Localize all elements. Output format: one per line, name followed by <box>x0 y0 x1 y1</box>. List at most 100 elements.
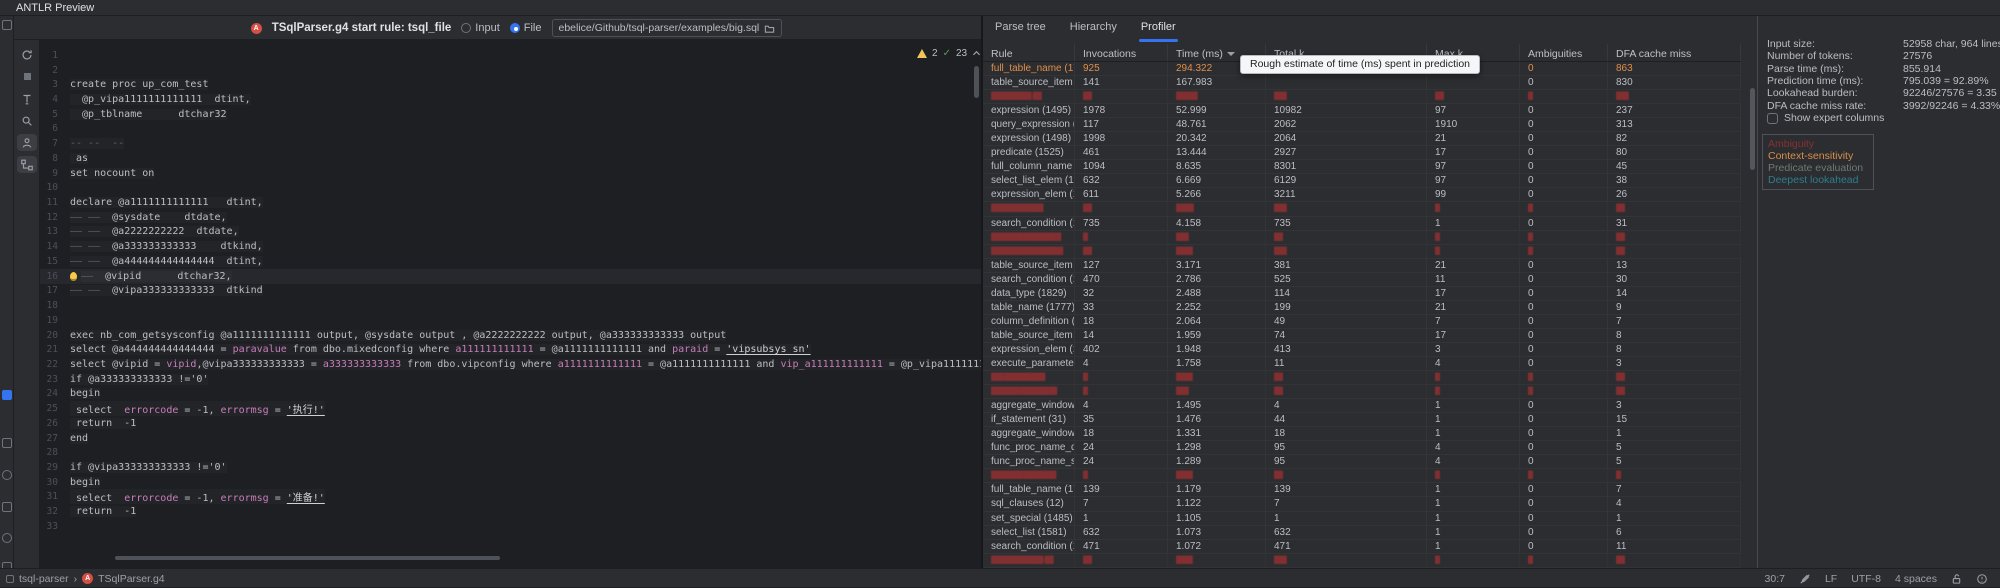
table-row[interactable]: expression_elem (1589)4021.948413308 <box>983 343 1741 357</box>
editor-line[interactable]: 5 @p_tblname dtchar32 <box>40 107 981 122</box>
file-path-input[interactable]: ebelice/Github/tsql-parser/examples/big.… <box>552 19 783 37</box>
editor-line[interactable]: 8 as <box>40 151 981 166</box>
table-row[interactable]: table_source_item (15...141.959741708 <box>983 329 1741 343</box>
table-row[interactable]: █████████████ (███████████████ <box>983 554 1741 568</box>
tab-hierarchy[interactable]: Hierarchy <box>1068 16 1119 42</box>
show-expert-columns-checkbox[interactable]: Show expert columns <box>1767 112 1884 124</box>
tool-stripe-icon[interactable] <box>2 470 12 480</box>
tab-parse-tree[interactable]: Parse tree <box>993 16 1048 42</box>
table-row[interactable]: query_expression (1527)11748.76120621910… <box>983 118 1741 132</box>
editor-line[interactable]: 6 <box>40 122 981 137</box>
search-icon[interactable] <box>17 112 37 129</box>
editor-line[interactable]: 9set nocount on <box>40 166 981 181</box>
table-row[interactable]: aggregate_windowed...41.4954103 <box>983 399 1741 413</box>
editor-line[interactable]: 33 <box>40 519 981 534</box>
input-radio[interactable]: Input <box>461 22 499 34</box>
table-scrollbar[interactable] <box>1750 88 1755 170</box>
checkbox-icon[interactable] <box>1767 113 1778 124</box>
active-tool-stripe-icon[interactable] <box>2 390 12 400</box>
table-row[interactable]: full_column_name (17...10948.63583019704… <box>983 160 1741 174</box>
editor-line[interactable]: 26 return -1 <box>40 416 981 431</box>
editor-line[interactable]: 16—— @vipid dtchar32, <box>40 269 981 284</box>
error-indicator-icon[interactable] <box>1976 573 1988 585</box>
editor-vertical-scrollbar[interactable] <box>974 66 979 98</box>
line-ending-selector[interactable]: LF <box>1825 573 1837 585</box>
parse-tree-icon[interactable] <box>17 156 37 173</box>
indent-selector[interactable]: 4 spaces <box>1895 573 1937 585</box>
table-row[interactable]: aggregate_windowed...181.33118101 <box>983 427 1741 441</box>
editor-horizontal-scrollbar[interactable] <box>115 556 500 560</box>
encoding-selector[interactable]: UTF-8 <box>1851 573 1881 585</box>
stop-square-icon[interactable] <box>17 68 37 85</box>
tool-stripe-icon[interactable] <box>2 502 12 512</box>
editor-line[interactable]: 2 <box>40 63 981 78</box>
editor-line[interactable]: 13—— —— @a2222222222 dtdate, <box>40 225 981 240</box>
radio-circle-icon[interactable] <box>461 23 471 33</box>
editor-line[interactable]: 1 <box>40 48 981 63</box>
tab-profiler[interactable]: Profiler <box>1139 16 1178 42</box>
editor-line[interactable]: 3create proc up_com_test <box>40 77 981 92</box>
table-row[interactable]: search_condition (1517)4702.78652511030 <box>983 273 1741 287</box>
table-row[interactable]: ████████████████.██████████ <box>983 202 1741 216</box>
editor-line[interactable]: 15—— —— @a444444444444444 dtint, <box>40 254 981 269</box>
table-row[interactable]: table_name (1777)332.2521992109 <box>983 301 1741 315</box>
editor-line[interactable]: 24begin <box>40 387 981 402</box>
unlock-icon[interactable] <box>1951 573 1962 585</box>
table-row[interactable]: execute_parameter (1...41.75811403 <box>983 357 1741 371</box>
file-radio[interactable]: File <box>510 22 542 34</box>
table-row[interactable]: ███████ ███████ ████████████ <box>983 385 1741 399</box>
table-row[interactable]: predicate (1525)46113.444292717080 <box>983 146 1741 160</box>
editor-line[interactable]: 23if @a333333333333 !='0' <box>40 372 981 387</box>
editor-line[interactable]: 10 <box>40 180 981 195</box>
table-row[interactable]: column_definition (1421)182.06449707 <box>983 315 1741 329</box>
table-row[interactable]: table_source_item (16...141167.9830830 <box>983 76 1741 90</box>
table-row[interactable]: ███ ██████ ███████████████ <box>983 371 1741 385</box>
table-row[interactable]: ███████████████████████████████ <box>983 245 1741 259</box>
table-row[interactable]: expression (1498)199820.342206421082 <box>983 132 1741 146</box>
editor-line[interactable]: 25 select errorcode = -1, errormsg = '执行… <box>40 401 981 416</box>
chevron-up-icon[interactable] <box>972 50 981 57</box>
editor-line[interactable]: 22select @vipid = vipid,@vipa33333333333… <box>40 357 981 372</box>
table-row[interactable]: func_proc_name_serv...241.28995405 <box>983 455 1741 469</box>
table-row[interactable]: ██████████ (██████.████████████ <box>983 90 1741 104</box>
table-row[interactable]: ████████ ████████ ███████████ <box>983 231 1741 245</box>
editor-line[interactable]: 28 <box>40 445 981 460</box>
caret-position[interactable]: 30:7 <box>1765 573 1785 585</box>
tool-stripe-icon[interactable] <box>2 438 12 448</box>
editor-line[interactable]: 31 select errorcode = -1, errormsg = '准备… <box>40 490 981 505</box>
refresh-icon[interactable] <box>17 46 37 63</box>
editor-line[interactable]: 4 @p_vipa1111111111111 dtint, <box>40 92 981 107</box>
table-row[interactable]: ████████ ██████████████████ <box>983 469 1741 483</box>
column-header-ambiguities[interactable]: Ambiguities <box>1520 44 1608 61</box>
editor-line[interactable]: 7-- -- -- <box>40 136 981 151</box>
editor-line[interactable]: 30begin <box>40 475 981 490</box>
breadcrumb-project[interactable]: tsql-parser <box>19 573 69 585</box>
table-row[interactable]: table_source_item (15...1273.17138121013 <box>983 259 1741 273</box>
column-header-rule[interactable]: Rule <box>983 44 1075 61</box>
table-row[interactable]: expression (1495)197852.99910982970237 <box>983 104 1741 118</box>
tool-stripe-icon[interactable] <box>2 20 12 30</box>
table-row[interactable]: select_list_elem (1592)6326.669612997038 <box>983 174 1741 188</box>
code-editor[interactable]: 123create proc up_com_test4 @p_vipa11111… <box>40 40 981 568</box>
table-row[interactable]: full_table_name (1773)1391.179139107 <box>983 483 1741 497</box>
table-row[interactable]: sql_clauses (12)71.1227104 <box>983 497 1741 511</box>
column-header-invocations[interactable]: Invocations <box>1075 44 1168 61</box>
editor-line[interactable]: 29if @vipa333333333333 !='0' <box>40 460 981 475</box>
radio-selected-icon[interactable] <box>510 23 520 33</box>
table-row[interactable]: data_type (1829)322.48811417014 <box>983 287 1741 301</box>
text-input-icon[interactable] <box>17 90 37 107</box>
column-header-dfa-cache-miss[interactable]: DFA cache miss <box>1608 44 1741 61</box>
editor-line[interactable]: 17—— —— @vipa333333333333 dtkind <box>40 284 981 299</box>
table-row[interactable]: search_condition (1519)7354.1587351031 <box>983 217 1741 231</box>
editor-line[interactable]: 12—— —— @sysdate dtdate, <box>40 210 981 225</box>
table-row[interactable]: if_statement (31)351.476441015 <box>983 413 1741 427</box>
breadcrumb-file[interactable]: TSqlParser.g4 <box>98 573 165 585</box>
table-row[interactable]: set_special (1485)11.1051101 <box>983 512 1741 526</box>
table-row[interactable]: func_proc_name_data...241.29895405 <box>983 441 1741 455</box>
editor-line[interactable]: 27end <box>40 431 981 446</box>
intention-bulb-icon[interactable] <box>70 272 77 281</box>
editor-line[interactable]: 18 <box>40 298 981 313</box>
editor-line[interactable]: 19 <box>40 313 981 328</box>
editor-line[interactable]: 32 return -1 <box>40 504 981 519</box>
folder-icon[interactable] <box>764 23 775 34</box>
